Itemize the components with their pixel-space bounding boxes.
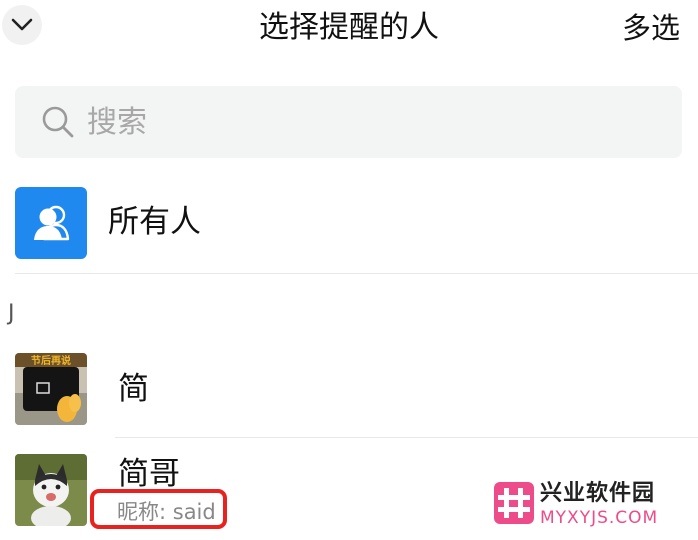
collapse-button[interactable] — [2, 5, 42, 45]
group-people-icon — [34, 205, 70, 241]
divider — [15, 273, 698, 274]
section-header-letter: J — [8, 301, 15, 326]
contact-name: 简哥 — [118, 456, 180, 492]
search-input[interactable] — [87, 104, 647, 140]
select-mention-screen: 选择提醒的人 多选 所有人 J — [0, 0, 698, 540]
contact-name: 简 — [118, 371, 149, 407]
everyone-avatar — [15, 187, 87, 259]
search-icon — [42, 106, 74, 138]
avatar: 节后再说 — [15, 353, 87, 425]
contact-item[interactable]: 节后再说 简 — [0, 351, 698, 431]
avatar-caption: 节后再说 — [31, 354, 71, 367]
chevron-down-icon — [11, 18, 33, 31]
avatar — [15, 454, 87, 526]
multi-select-button[interactable]: 多选 — [622, 8, 680, 48]
search-bar[interactable] — [15, 86, 682, 158]
avatar-image — [15, 454, 87, 526]
everyone-label: 所有人 — [108, 204, 201, 240]
divider — [115, 437, 698, 438]
avatar-image: 节后再说 — [15, 353, 87, 425]
contact-nickname: 昵称: said — [117, 500, 216, 524]
page-title: 选择提醒的人 — [259, 10, 439, 45]
mention-everyone-item[interactable]: 所有人 — [0, 184, 698, 262]
